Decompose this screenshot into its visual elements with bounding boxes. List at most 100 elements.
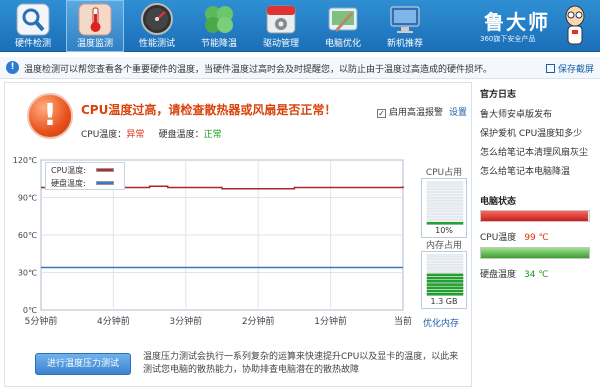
info-icon: !	[6, 61, 19, 74]
right-sidebar: 官方日志 鲁大师安卓版发布 保护爱机 CPU温度知多少 怎么给笔记本清理风扇灰尘…	[474, 82, 598, 387]
memory-usage-panel: 内存占用 1.3 GB	[421, 241, 467, 309]
meter-segment	[426, 293, 464, 296]
x-tick-label: 2分钟前	[242, 315, 275, 327]
nav-new-machine[interactable]: 新机推荐	[376, 0, 434, 52]
y-tick-label: 90℃	[18, 194, 37, 203]
meter-segment	[426, 283, 464, 286]
cpu-temp-stat-value: 99 ℃	[524, 233, 549, 243]
monitor-icon	[388, 3, 422, 36]
nav-label: 硬件检测	[14, 39, 51, 49]
meter-segment	[426, 209, 464, 212]
meter-segment	[426, 263, 464, 267]
legend-disk-label: 硬盘温度:	[51, 179, 86, 188]
meter-segment	[426, 206, 464, 209]
disk-temp-label: 硬盘温度：	[158, 130, 204, 140]
main-panel: ! CPU温度过高，请检查散热器或风扇是否正常！ CPU温度：异常 硬盘温度：正…	[4, 82, 472, 387]
meter-segment	[426, 187, 464, 190]
nav-hardware-check[interactable]: 硬件检测	[4, 0, 62, 52]
meter-segment	[426, 257, 464, 261]
driver-gear-icon	[264, 3, 298, 36]
warning-icon: !	[27, 93, 73, 139]
legend-cpu-swatch	[96, 168, 114, 172]
broom-icon	[326, 3, 360, 36]
news-link[interactable]: 保护爱机 CPU温度知多少	[480, 126, 582, 139]
cpu-usage-meter	[426, 181, 464, 225]
nav-energy-saving[interactable]: 节能降温	[190, 0, 248, 52]
thermometer-icon	[78, 3, 112, 36]
legend-disk-swatch	[96, 181, 114, 185]
news-link[interactable]: 怎么给笔记本电脑降温	[480, 164, 570, 177]
nav-label: 节能降温	[200, 39, 237, 49]
nav-label: 温度监测	[76, 39, 113, 49]
x-tick-label: 1分钟前	[314, 315, 347, 327]
nav-temp-monitor[interactable]: 温度监测	[66, 0, 124, 52]
news-title: 官方日志	[480, 90, 517, 100]
temp-status-line: CPU温度：异常 硬盘温度：正常	[81, 127, 222, 140]
cpu-usage-title: CPU占用	[425, 168, 463, 178]
y-tick-label: 30℃	[18, 269, 37, 278]
meter-segment	[426, 222, 464, 225]
meter-segment	[426, 273, 464, 277]
disk-temp-bar	[480, 247, 590, 259]
magnifier-icon	[16, 3, 50, 36]
brand-name: 鲁大师	[484, 10, 550, 34]
optimize-memory-link[interactable]: 优化内存	[423, 316, 459, 329]
meter-segment	[426, 203, 464, 206]
alarm-checkbox[interactable]: ✓	[377, 109, 386, 118]
meter-segment	[426, 212, 464, 216]
nav-label: 新机推荐	[386, 39, 423, 49]
x-tick-label: 4分钟前	[97, 315, 130, 327]
meter-segment	[426, 286, 464, 290]
memory-usage-meter	[426, 254, 464, 296]
leaf-icon	[202, 3, 236, 36]
news-link[interactable]: 鲁大师安卓版发布	[480, 107, 552, 120]
meter-segment	[426, 218, 464, 222]
cpu-temp-stat: CPU温度 99 ℃	[480, 230, 549, 243]
y-tick-label: 120℃	[13, 156, 37, 165]
mascot-icon	[560, 4, 590, 48]
meter-segment	[426, 193, 464, 197]
news-link[interactable]: 怎么给笔记本清理风扇灰尘	[480, 145, 588, 158]
y-tick-label: 0℃	[23, 306, 37, 315]
info-bar: ! 温度检测可以帮您查看各个重要硬件的温度，当硬件温度过高时会及时提醒您，以防止…	[0, 57, 600, 79]
save-screenshot-button[interactable]: 保存截屏	[545, 62, 594, 75]
speedometer-icon	[140, 3, 174, 36]
status-title: 电脑状态	[480, 197, 517, 207]
alarm-toggle: ✓ 启用高温报警 设置	[377, 105, 467, 118]
meter-segment	[426, 276, 464, 280]
nav-label: 电脑优化	[324, 39, 361, 49]
cpu-temp-bar-fill	[481, 211, 588, 221]
meter-segment	[426, 260, 464, 264]
meter-segment	[426, 267, 464, 270]
y-tick-label: 60℃	[18, 231, 37, 240]
cpu-usage-value: 10%	[435, 226, 453, 235]
meter-segment	[426, 184, 464, 187]
meter-segment	[426, 190, 464, 194]
nav-pc-optimize[interactable]: 电脑优化	[314, 0, 372, 52]
nav-perf-test[interactable]: 性能测试	[128, 0, 186, 52]
camera-icon	[545, 64, 555, 73]
disk-temp-bar-fill	[481, 248, 589, 258]
cpu-temp-stat-label: CPU温度	[480, 233, 517, 243]
alert-title: CPU温度过高，请检查散热器或风扇是否正常！	[81, 103, 337, 117]
brand-subtitle: 360旗下安全产品	[480, 35, 536, 43]
meter-segment	[426, 270, 464, 273]
nav-label: 驱动管理	[262, 39, 299, 49]
stress-test-button[interactable]: 进行温度压力测试	[35, 353, 131, 375]
settings-link[interactable]: 设置	[449, 108, 467, 118]
cpu-temp-label: CPU温度：	[81, 130, 127, 140]
x-tick-label: 3分钟前	[169, 315, 202, 327]
cpu-usage-panel: CPU占用 10%	[421, 168, 467, 238]
disk-temp-stat-value: 34 ℃	[524, 270, 549, 280]
disk-temp-stat-label: 硬盘温度	[480, 270, 517, 280]
x-tick-label: 5分钟前	[25, 315, 58, 327]
app-logo: 鲁大师 360旗下安全产品	[472, 2, 592, 50]
x-tick-label: 当前	[394, 315, 412, 327]
meter-segment	[426, 196, 464, 200]
legend-cpu-label: CPU温度:	[51, 166, 86, 175]
memory-usage-title: 内存占用	[425, 241, 462, 251]
nav-driver-manage[interactable]: 驱动管理	[252, 0, 310, 52]
meter-segment	[426, 181, 464, 184]
nav-label: 性能测试	[138, 39, 175, 49]
top-nav: 硬件检测 温度监测 性能测试 节能降温 驱动管理 电脑优化 新机推荐 鲁大师 3…	[0, 0, 600, 52]
